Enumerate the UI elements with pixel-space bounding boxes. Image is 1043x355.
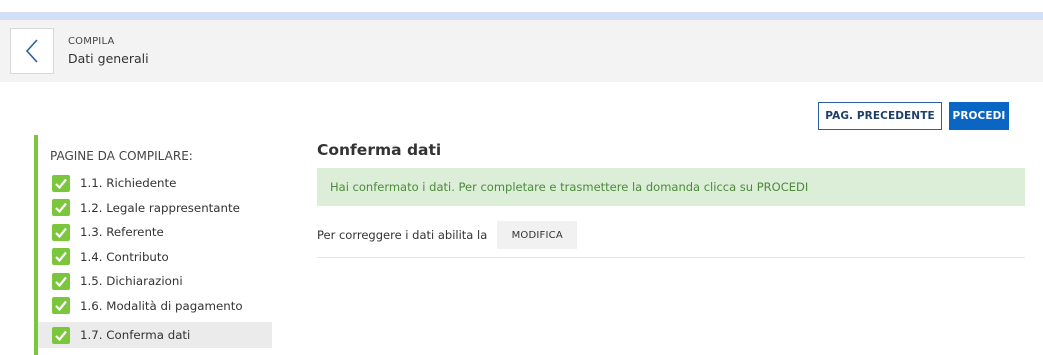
chevron-left-icon [25,39,38,63]
checkmark-icon [52,174,70,192]
back-button[interactable] [10,28,54,74]
modify-hint-text: Per correggere i dati abilita la [317,228,488,242]
modify-button[interactable]: MODIFICA [497,221,578,249]
sidebar: PAGINE DA COMPILARE: 1.1. Richiedente 1.… [34,135,278,355]
modify-row: Per correggere i dati abilita la MODIFIC… [317,221,578,249]
sidebar-item-legale-rappresentante[interactable]: 1.2. Legale rappresentante [38,196,272,221]
sidebar-item-label: 1.3. Referente [80,225,164,240]
checkmark-icon [52,326,70,344]
sidebar-item-label: 1.6. Modalità di pagamento [80,298,243,313]
sidebar-item-contributo[interactable]: 1.4. Contributo [38,245,272,270]
sidebar-item-referente[interactable]: 1.3. Referente [38,220,272,245]
divider [317,257,1025,258]
sidebar-item-conferma-dati[interactable]: 1.7. Conferma dati [38,322,272,348]
proceed-button[interactable]: PROCEDI [949,102,1009,130]
header-bar: COMPILA Dati generali [0,20,1043,82]
previous-page-button[interactable]: PAG. PRECEDENTE [818,102,942,130]
header-text: COMPILA Dati generali [68,36,149,66]
sidebar-item-modalita-pagamento[interactable]: 1.6. Modalità di pagamento [38,294,272,319]
sidebar-item-dichiarazioni[interactable]: 1.5. Dichiarazioni [38,269,272,294]
sidebar-item-label: 1.7. Conferma dati [80,328,191,342]
checkmark-icon [52,248,70,266]
success-alert: Hai confermato i dati. Per completare e … [317,168,1025,206]
header-section: COMPILA [68,36,115,47]
sidebar-heading: PAGINE DA COMPILARE: [50,149,193,163]
sidebar-item-richiedente[interactable]: 1.1. Richiedente [38,171,272,196]
sidebar-item-label: 1.2. Legale rappresentante [80,200,240,215]
sidebar-item-label: 1.5. Dichiarazioni [80,274,183,289]
page-title: Dati generali [68,51,149,66]
checkmark-icon [52,272,70,290]
checkmark-icon [52,199,70,217]
sidebar-item-label: 1.1. Richiedente [80,176,177,191]
top-strip [0,12,1043,20]
section-title: Conferma dati [317,141,442,159]
sidebar-item-label: 1.4. Contributo [80,249,169,264]
checkmark-icon [52,223,70,241]
checkmark-icon [52,297,70,315]
